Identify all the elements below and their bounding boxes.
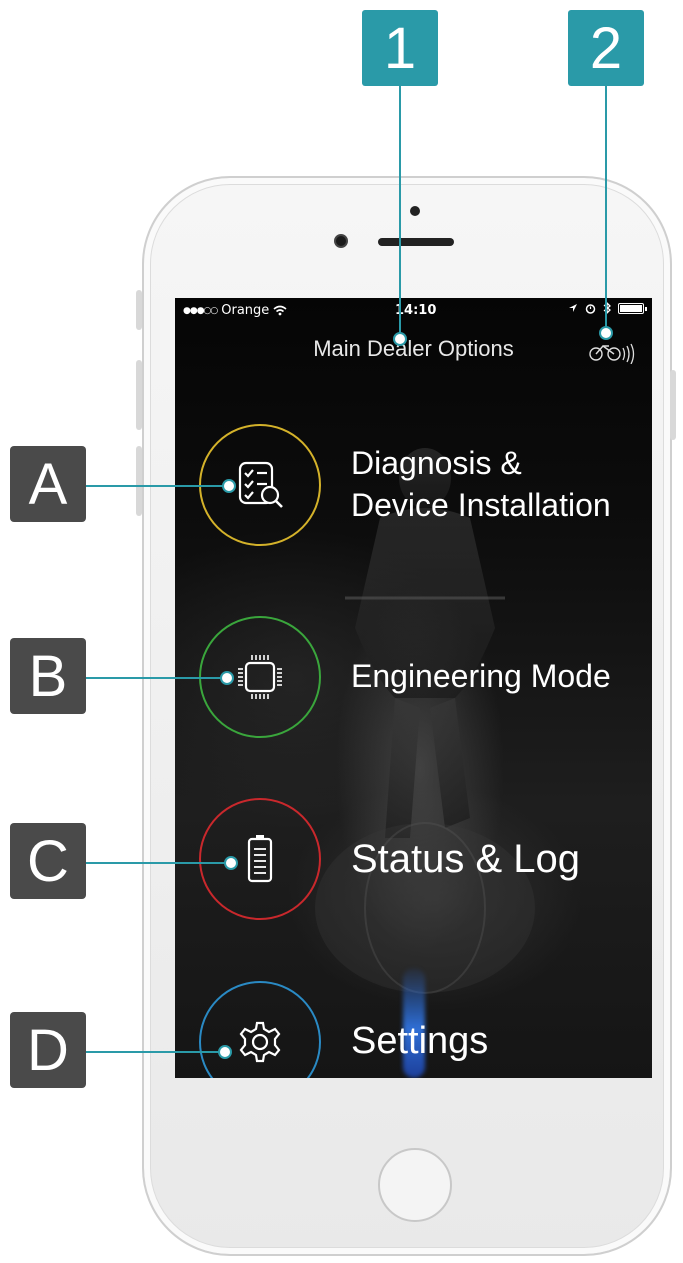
alarm-icon <box>585 303 596 314</box>
menu-item-status-label: Status & Log <box>351 837 581 881</box>
menu-item-diagnosis-label-2: Device Installation <box>351 487 611 523</box>
menu-item-engineering-label: Engineering Mode <box>351 658 611 695</box>
callout-B-anchor <box>220 671 234 685</box>
volume-down-button <box>136 446 142 516</box>
callout-2-anchor <box>599 326 613 340</box>
callout-1-connector <box>399 86 401 338</box>
wifi-icon <box>273 305 287 316</box>
bike-connection-icon[interactable] <box>587 336 643 364</box>
callout-D: D <box>10 1012 86 1088</box>
callout-A-anchor <box>222 479 236 493</box>
proximity-sensor <box>410 206 420 216</box>
menu-item-engineering[interactable]: Engineering Mode <box>199 614 639 740</box>
callout-A: A <box>10 446 86 522</box>
status-time: 14:10 <box>395 303 437 318</box>
callout-C-connector <box>86 862 230 864</box>
volume-up-button <box>136 360 142 430</box>
home-button[interactable] <box>378 1148 452 1222</box>
callout-2: 2 <box>568 10 644 86</box>
battery-icon <box>247 835 273 883</box>
callout-C-anchor <box>224 856 238 870</box>
callout-D-anchor <box>218 1045 232 1059</box>
status-bar: ●●●○○ Orange 14:10 <box>175 298 652 324</box>
location-arrow-icon <box>569 304 577 312</box>
callout-1: 1 <box>362 10 438 86</box>
callout-D-connector <box>86 1051 224 1053</box>
chip-icon <box>238 655 282 699</box>
callout-B: B <box>10 638 86 714</box>
callout-1-anchor <box>393 332 407 346</box>
checklist-search-icon <box>238 461 283 508</box>
callout-B-connector <box>86 677 226 679</box>
earpiece-speaker <box>378 238 454 246</box>
menu-item-diagnosis[interactable]: Diagnosis & Device Installation <box>199 422 639 548</box>
menu-item-diagnosis-label-1: Diagnosis & <box>351 445 522 482</box>
menu-item-settings-label: Settings <box>351 1020 489 1063</box>
power-button <box>670 370 676 440</box>
menu-item-settings[interactable]: Settings <box>199 979 639 1078</box>
mute-switch <box>136 290 142 330</box>
carrier-name: Orange <box>221 303 270 318</box>
battery-icon <box>618 302 647 314</box>
gear-icon <box>239 1021 281 1063</box>
callout-C: C <box>10 823 86 899</box>
callout-A-connector <box>86 485 228 487</box>
app-screen: ●●●○○ Orange 14:10 Main Dealer Options D… <box>175 298 652 1078</box>
nav-title: Main Dealer Options <box>313 336 514 361</box>
menu-item-status[interactable]: Status & Log <box>199 796 639 922</box>
callout-2-connector <box>605 86 607 332</box>
front-camera-icon <box>334 234 348 248</box>
settings-ring <box>199 981 321 1078</box>
status-ring <box>199 798 321 920</box>
signal-strength-icon: ●●●○○ <box>183 305 218 316</box>
